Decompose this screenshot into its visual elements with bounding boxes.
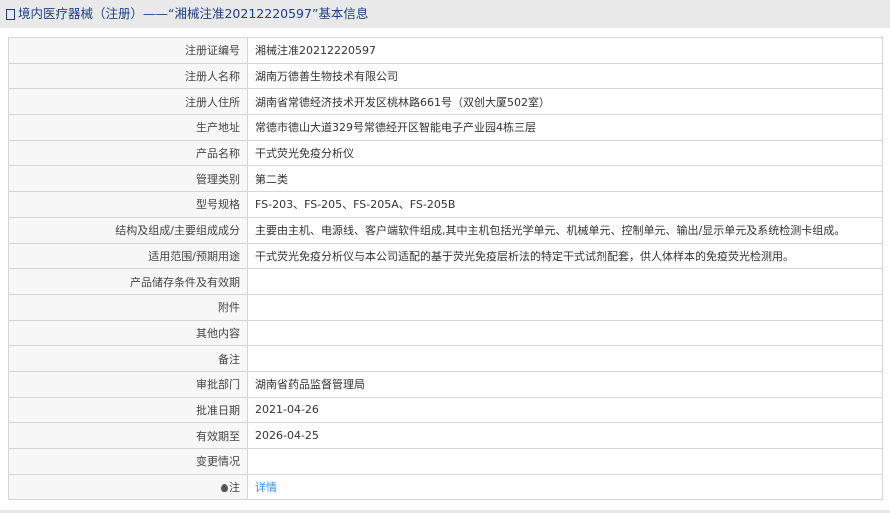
table-row: 产品名称 干式荧光免疫分析仪 bbox=[8, 139, 883, 167]
field-value: 干式荧光免疫分析仪 bbox=[247, 139, 883, 167]
field-value: 湖南万德善生物技术有限公司 bbox=[247, 62, 883, 90]
field-label: 生产地址 bbox=[8, 114, 248, 141]
table-row: 批准日期 2021-04-26 bbox=[8, 396, 883, 424]
field-label: 注册人名称 bbox=[8, 62, 248, 90]
field-label: 注册证编号 bbox=[8, 37, 248, 64]
field-label: 备注 bbox=[8, 345, 248, 372]
field-label: 审批部门 bbox=[8, 370, 248, 398]
note-label: 注 bbox=[229, 481, 240, 495]
field-label: 产品名称 bbox=[8, 139, 248, 167]
field-value: 湖南省常德经济技术开发区桃林路661号（双创大厦502室） bbox=[247, 88, 883, 116]
field-label: 型号规格 bbox=[8, 191, 248, 218]
field-value: 主要由主机、电源线、客户端软件组成,其中主机包括光学单元、机械单元、控制单元、输… bbox=[247, 216, 883, 244]
table-row: 生产地址 常德市德山大道329号常德经开区智能电子产业园4栋三层 bbox=[8, 114, 883, 141]
field-value bbox=[247, 319, 883, 347]
table-row: 附件 bbox=[8, 293, 883, 321]
field-label: 其他内容 bbox=[8, 319, 248, 347]
table-row-note: 注 详情 bbox=[8, 473, 883, 501]
field-value: 2026-04-25 bbox=[247, 422, 883, 449]
table-row: 审批部门 湖南省药品监督管理局 bbox=[8, 370, 883, 398]
table-row: 产品储存条件及有效期 bbox=[8, 268, 883, 295]
field-label: 注册人住所 bbox=[8, 88, 248, 116]
field-value bbox=[247, 448, 883, 475]
page-title: 境内医疗器械（注册）——“湘械注准20212220597”基本信息 bbox=[18, 6, 369, 21]
table-row: 型号规格 FS-203、FS-205、FS-205A、FS-205B bbox=[8, 191, 883, 218]
table-row: 有效期至 2026-04-25 bbox=[8, 422, 883, 449]
table-row: 注册证编号 湘械注准20212220597 bbox=[8, 37, 883, 64]
table-row: 备注 bbox=[8, 345, 883, 372]
field-label: 变更情况 bbox=[8, 448, 248, 475]
table-row: 结构及组成/主要组成成分 主要由主机、电源线、客户端软件组成,其中主机包括光学单元… bbox=[8, 216, 883, 244]
field-value bbox=[247, 268, 883, 295]
field-label: 结构及组成/主要组成成分 bbox=[8, 216, 248, 244]
table-row: 变更情况 bbox=[8, 448, 883, 475]
field-label: 注 bbox=[8, 473, 248, 501]
field-label: 管理类别 bbox=[8, 165, 248, 193]
document-icon bbox=[6, 8, 15, 20]
field-label: 批准日期 bbox=[8, 396, 248, 424]
table-row: 管理类别 第二类 bbox=[8, 165, 883, 193]
field-label: 产品储存条件及有效期 bbox=[8, 268, 248, 295]
field-value: 2021-04-26 bbox=[247, 396, 883, 424]
field-label: 适用范围/预期用途 bbox=[8, 242, 248, 270]
field-label: 附件 bbox=[8, 293, 248, 321]
field-value: 湖南省药品监督管理局 bbox=[247, 370, 883, 398]
field-value: 第二类 bbox=[247, 165, 883, 193]
field-label: 有效期至 bbox=[8, 422, 248, 449]
field-value bbox=[247, 345, 883, 372]
table-row: 注册人名称 湖南万德善生物技术有限公司 bbox=[8, 62, 883, 90]
page-header: 境内医疗器械（注册）——“湘械注准20212220597”基本信息 bbox=[0, 0, 890, 28]
field-value: 湘械注准20212220597 bbox=[247, 37, 883, 64]
info-table: 注册证编号 湘械注准20212220597 注册人名称 湖南万德善生物技术有限公司 注册… bbox=[8, 37, 883, 501]
table-row: 注册人住所 湖南省常德经济技术开发区桃林路661号（双创大厦502室） bbox=[8, 88, 883, 116]
field-value: FS-203、FS-205、FS-205A、FS-205B bbox=[247, 191, 883, 218]
details-link[interactable]: 详情 bbox=[255, 481, 277, 494]
table-row: 适用范围/预期用途 干式荧光免疫分析仪与本公司适配的基于荧光免疫层析法的特定干式试… bbox=[8, 242, 883, 270]
pin-icon bbox=[221, 484, 228, 493]
field-value: 常德市德山大道329号常德经开区智能电子产业园4栋三层 bbox=[247, 114, 883, 141]
table-row: 其他内容 bbox=[8, 319, 883, 347]
field-value: 干式荧光免疫分析仪与本公司适配的基于荧光免疫层析法的特定干式试剂配套，供人体样本… bbox=[247, 242, 883, 270]
field-value bbox=[247, 293, 883, 321]
